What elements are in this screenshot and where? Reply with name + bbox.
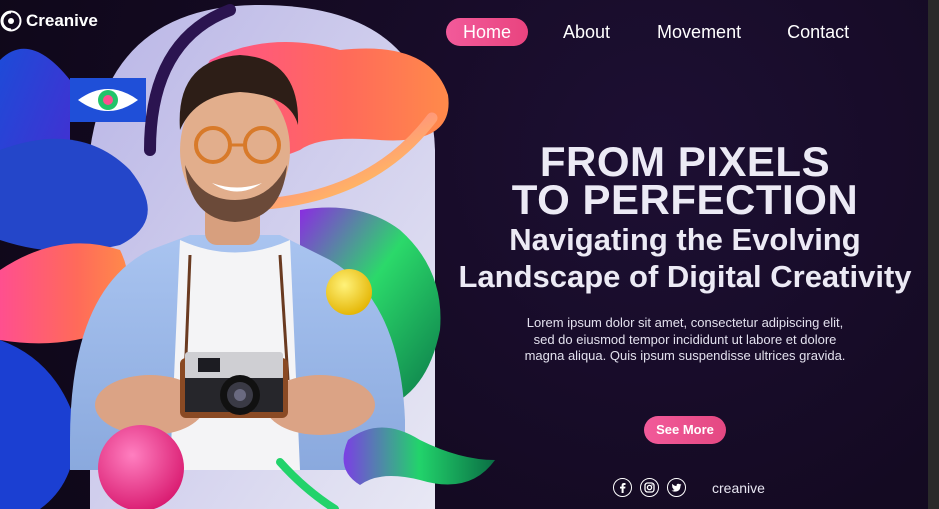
social-links: creanive	[613, 478, 765, 497]
hero-subtitle-line-1: Navigating the Evolving	[509, 222, 861, 257]
social-handle[interactable]: creanive	[712, 480, 765, 496]
nav-home[interactable]: Home	[446, 18, 528, 46]
hero-description-line: Lorem ipsum dolor sit amet, consectetur …	[526, 315, 844, 330]
nav-contact[interactable]: Contact	[787, 18, 849, 46]
nav-movement[interactable]: Movement	[657, 18, 741, 46]
hero-description: Lorem ipsum dolor sit amet, consectetur …	[490, 315, 880, 365]
hero-title-line-2: TO PERFECTION	[511, 176, 859, 223]
nav-about[interactable]: About	[563, 18, 610, 46]
see-more-button[interactable]: See More	[644, 416, 726, 444]
instagram-icon[interactable]	[640, 478, 659, 497]
facebook-icon[interactable]	[613, 478, 632, 497]
main-nav: Home About Movement Contact	[446, 18, 849, 46]
twitter-icon[interactable]	[667, 478, 686, 497]
hero-artwork	[0, 4, 495, 509]
hero-description-line: magna aliqua. Quis ipsum suspendisse ult…	[524, 348, 846, 363]
window-edge	[928, 0, 939, 509]
hero-description-line: sed do eiusmod tempor incididunt ut labo…	[533, 331, 837, 347]
hero-subtitle-line-2: Landscape of Digital Creativity	[458, 259, 912, 294]
landing-page: Creanive Home About Movement Contact FRO…	[0, 0, 939, 509]
